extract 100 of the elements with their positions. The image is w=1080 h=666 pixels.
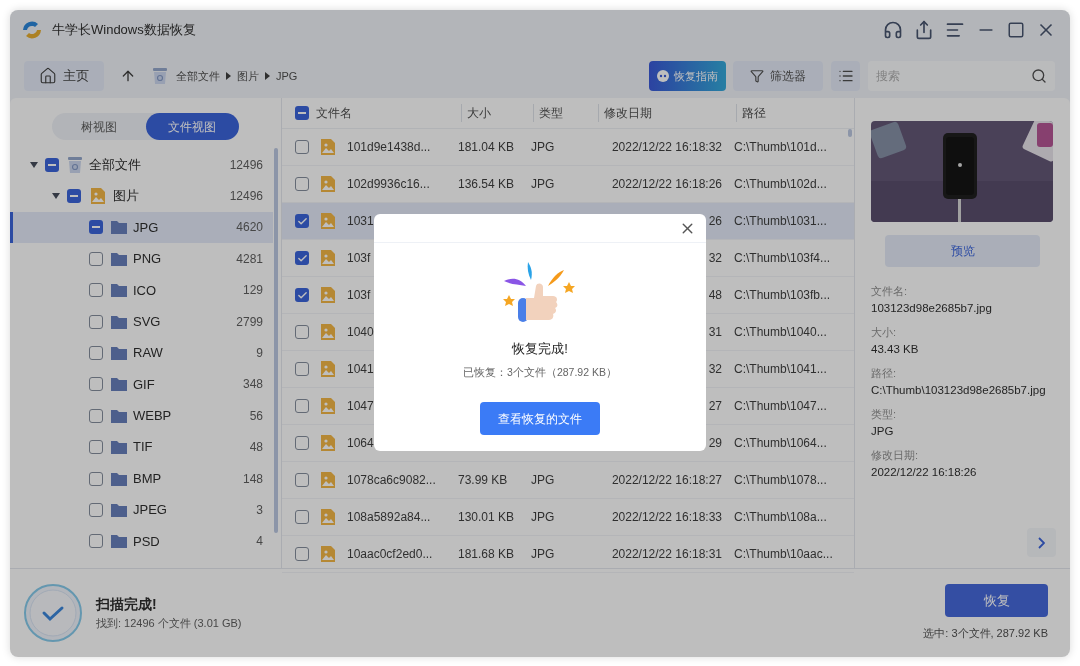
checkbox[interactable] — [89, 503, 103, 517]
checkbox[interactable] — [89, 408, 103, 423]
column-header[interactable]: 大小 — [461, 104, 533, 122]
tree-item[interactable]: WEBP 56 — [10, 400, 273, 432]
file-path: C:\Thumb\1078... — [734, 472, 827, 489]
tree-item[interactable]: ICO 129 — [10, 274, 273, 306]
checkbox[interactable] — [295, 140, 309, 154]
view-tab[interactable]: 树视图 — [52, 113, 146, 140]
caret-icon[interactable] — [30, 161, 38, 168]
column-header[interactable]: 修改日期 — [598, 104, 736, 122]
folder-icon — [111, 314, 127, 329]
table-row[interactable]: 1078ca6c9082... 73.99 KB JPG 2022/12/22 16:18:27 C:\Thumb\1078... — [282, 462, 854, 499]
up-arrow-icon[interactable] — [120, 68, 136, 84]
guide-button[interactable]: 恢复指南 — [649, 61, 726, 91]
tree-item[interactable]: RAW 9 — [10, 337, 273, 369]
modified-date: 29 — [708, 435, 722, 452]
tree-item[interactable]: SVG 2799 — [10, 305, 273, 338]
tree-label: GIF — [133, 375, 155, 394]
scrollbar[interactable] — [274, 148, 278, 533]
detail-value: 43.43 KB — [871, 342, 920, 357]
checkbox[interactable] — [295, 473, 309, 487]
view-files-button[interactable]: 查看恢复的文件 — [480, 402, 600, 436]
file-path: C:\Thumb\1041... — [734, 361, 827, 378]
maximize-icon[interactable] — [1007, 21, 1025, 39]
checkbox[interactable] — [67, 189, 81, 204]
checkbox[interactable] — [89, 220, 103, 235]
tree-item[interactable]: PNG 4281 — [10, 243, 273, 275]
detail-value: 103123d98e2685b7.jpg — [871, 301, 993, 316]
modified-date: 2022/12/22 16:18:33 — [611, 509, 722, 526]
list-view-button[interactable] — [831, 61, 860, 91]
tree-label: ICO — [133, 281, 157, 300]
checkbox[interactable] — [295, 106, 309, 120]
tree-label: 图片 — [113, 187, 139, 206]
tree-label: JPEG — [133, 501, 167, 520]
breadcrumb-item[interactable]: JPG — [276, 67, 298, 85]
checkbox[interactable] — [89, 534, 103, 549]
checkbox[interactable] — [89, 440, 103, 455]
tree-item[interactable]: 全部文件 12496 — [10, 149, 273, 181]
breadcrumb-item[interactable]: 全部文件 — [176, 67, 220, 85]
checkbox[interactable] — [295, 251, 309, 265]
tree-item[interactable]: GIF 348 — [10, 368, 273, 401]
caret-icon[interactable] — [52, 193, 60, 200]
column-header[interactable]: 文件名 — [316, 104, 461, 122]
checkbox[interactable] — [89, 251, 103, 266]
support-icon[interactable] — [883, 20, 903, 40]
menu-icon[interactable] — [945, 20, 965, 40]
folder-icon — [111, 346, 127, 361]
file-type: JPG — [531, 473, 555, 487]
share-icon[interactable] — [914, 20, 934, 40]
restore-button[interactable]: 恢复 — [945, 584, 1048, 618]
item-count: 4 — [256, 533, 263, 551]
table-row[interactable]: 108a5892a84... 130.01 KB JPG 2022/12/22 16:18:33 C:\Thumb\108a... — [282, 499, 854, 536]
view-tab[interactable]: 文件视图 — [145, 113, 239, 140]
tree-item[interactable]: 图片 12496 — [10, 180, 273, 212]
checkbox[interactable] — [295, 547, 309, 561]
preview-button[interactable]: 预览 — [885, 235, 1040, 267]
modified-date: 27 — [708, 398, 722, 415]
column-header[interactable]: 路径 — [736, 104, 846, 122]
next-button[interactable] — [1027, 528, 1056, 557]
checkbox[interactable] — [295, 288, 309, 302]
tree-item[interactable]: PSD 4 — [10, 525, 273, 558]
checkbox[interactable] — [89, 377, 103, 392]
breadcrumb-item[interactable]: 图片 — [237, 67, 259, 85]
image-file-icon — [319, 397, 337, 415]
checkbox[interactable] — [89, 471, 103, 486]
file-path: C:\Thumb\102d... — [734, 176, 827, 193]
tree-item[interactable]: JPEG 3 — [10, 494, 273, 526]
home-button[interactable]: 主页 — [24, 61, 104, 91]
checkbox[interactable] — [89, 283, 103, 298]
detail-value: 2022/12/22 16:18:26 — [871, 465, 978, 480]
scan-status: 扫描完成! — [96, 595, 158, 615]
checkbox[interactable] — [295, 177, 309, 191]
checkbox[interactable] — [295, 362, 309, 376]
checkbox[interactable] — [295, 436, 309, 450]
tree-item[interactable]: BMP 148 — [10, 462, 273, 495]
checkbox[interactable] — [89, 314, 103, 329]
folder-icon — [111, 220, 127, 235]
checkbox[interactable] — [89, 346, 103, 361]
checkbox[interactable] — [295, 325, 309, 339]
table-row[interactable]: 101d9e1438d... 181.04 KB JPG 2022/12/22 16:18:32 C:\Thumb\101d... — [282, 129, 854, 166]
filter-button[interactable]: 筛选器 — [733, 61, 823, 91]
scrollbar[interactable] — [848, 129, 852, 137]
folder-icon — [111, 471, 127, 486]
detail-value: JPG — [871, 424, 895, 439]
trash-icon — [67, 155, 83, 174]
checkbox[interactable] — [295, 214, 309, 228]
item-count: 56 — [249, 407, 263, 425]
column-header[interactable]: 类型 — [533, 104, 598, 122]
image-file-icon — [319, 545, 337, 563]
folder-icon — [111, 251, 127, 266]
file-size: 130.01 KB — [458, 510, 515, 524]
detail-value: C:\Thumb\103123d98e2685b7.jpg — [871, 383, 1047, 398]
checkbox[interactable] — [295, 399, 309, 413]
search-icon[interactable] — [1031, 68, 1047, 84]
search-field[interactable]: 搜索 — [868, 61, 1055, 91]
tree-item[interactable]: JPG 4620 — [10, 211, 273, 244]
checkbox[interactable] — [295, 510, 309, 524]
folder-icon — [111, 534, 127, 549]
checkbox[interactable] — [45, 157, 59, 172]
tree-item[interactable]: TIF 48 — [10, 431, 273, 463]
